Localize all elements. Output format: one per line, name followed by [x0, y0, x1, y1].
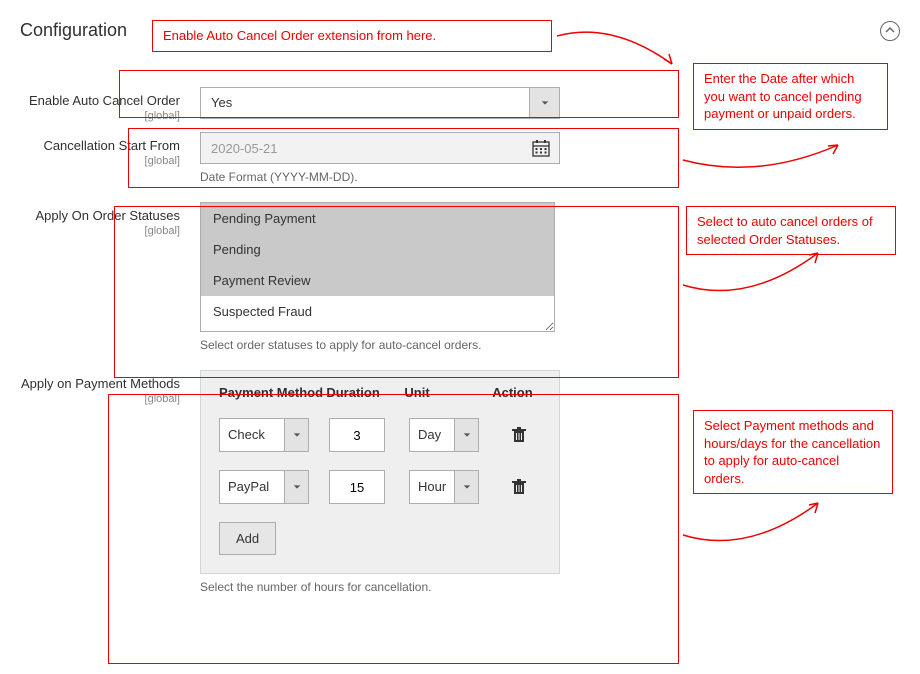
payment-methods-panel: Payment Method Duration Unit Action Chec…	[200, 370, 560, 574]
col-action: Action	[492, 385, 541, 400]
unit-select[interactable]: Day	[409, 418, 479, 452]
callout-enable: Enable Auto Cancel Order extension from …	[152, 20, 552, 52]
col-duration: Duration	[326, 385, 404, 400]
payment-method-row: PayPal Hour	[219, 470, 541, 504]
enable-scope: [global]	[20, 110, 180, 122]
statuses-scope: [global]	[20, 225, 180, 237]
chevron-down-icon	[454, 471, 478, 503]
collapse-toggle-icon[interactable]	[880, 21, 900, 41]
methods-scope: [global]	[20, 393, 180, 405]
chevron-down-icon	[529, 88, 559, 118]
callout-start: Enter the Date after which you want to c…	[693, 63, 888, 130]
chevron-down-icon	[454, 419, 478, 451]
start-date-input[interactable]: 2020-05-21	[200, 132, 560, 164]
statuses-multiselect[interactable]: Pending Payment Pending Payment Review S…	[200, 202, 555, 332]
enable-value: Yes	[201, 88, 529, 118]
add-button[interactable]: Add	[219, 522, 276, 555]
status-option[interactable]: Pending	[201, 234, 554, 265]
status-option[interactable]: Pending Payment	[201, 203, 554, 234]
status-option[interactable]: Payment Review	[201, 265, 554, 296]
enable-select[interactable]: Yes	[200, 87, 560, 119]
page-title: Configuration	[20, 20, 127, 41]
chevron-down-icon	[284, 471, 308, 503]
enable-label: Enable Auto Cancel Order	[29, 93, 180, 108]
payment-method-row: Check Day	[219, 418, 541, 452]
delete-row-button[interactable]	[499, 427, 539, 443]
start-scope: [global]	[20, 155, 180, 167]
calendar-icon[interactable]	[523, 139, 559, 157]
status-option[interactable]: Suspected Fraud	[201, 296, 554, 327]
statuses-note: Select order statuses to apply for auto-…	[200, 338, 560, 352]
start-label: Cancellation Start From	[43, 138, 180, 153]
methods-note: Select the number of hours for cancellat…	[200, 580, 560, 594]
delete-row-button[interactable]	[499, 479, 539, 495]
chevron-down-icon	[284, 419, 308, 451]
duration-input[interactable]	[329, 470, 385, 504]
col-unit: Unit	[404, 385, 492, 400]
callout-statuses: Select to auto cancel orders of selected…	[686, 206, 896, 255]
statuses-label: Apply On Order Statuses	[35, 208, 180, 223]
start-date-value: 2020-05-21	[201, 141, 523, 156]
col-method: Payment Method	[219, 385, 326, 400]
method-select[interactable]: Check	[219, 418, 309, 452]
start-note: Date Format (YYYY-MM-DD).	[200, 170, 560, 184]
duration-input[interactable]	[329, 418, 385, 452]
unit-select[interactable]: Hour	[409, 470, 479, 504]
callout-methods: Select Payment methods and hours/days fo…	[693, 410, 893, 494]
method-select[interactable]: PayPal	[219, 470, 309, 504]
methods-label: Apply on Payment Methods	[21, 376, 180, 391]
